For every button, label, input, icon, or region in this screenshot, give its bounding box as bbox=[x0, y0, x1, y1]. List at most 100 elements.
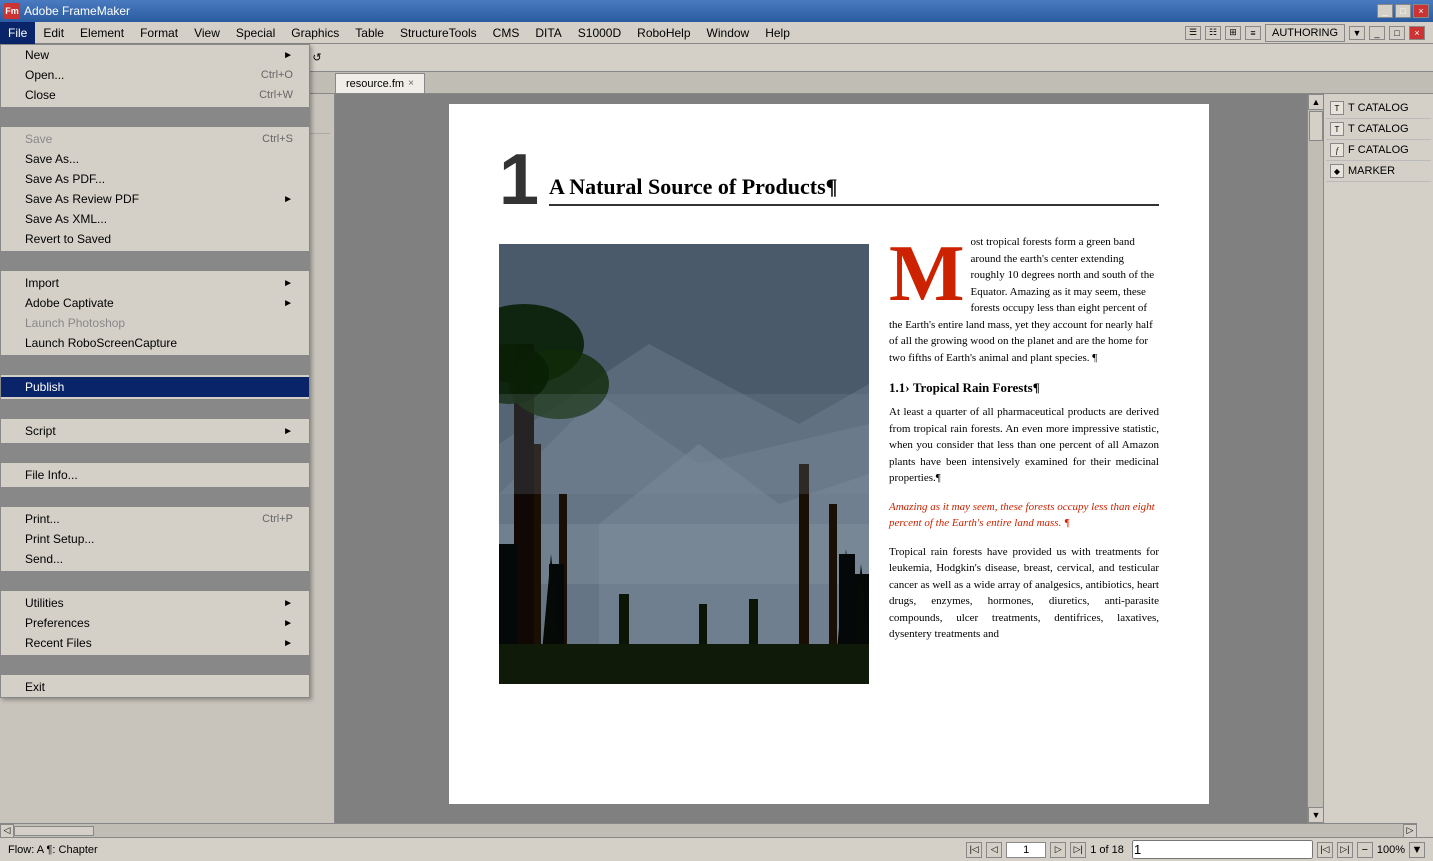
minimize-button-2[interactable]: _ bbox=[1369, 26, 1385, 40]
view-toggle-4[interactable]: ≡ bbox=[1245, 26, 1261, 40]
titlebar-controls[interactable]: _ □ × bbox=[1377, 4, 1429, 18]
menu-file[interactable]: File bbox=[0, 22, 35, 44]
menu-element[interactable]: Element bbox=[72, 22, 132, 44]
menu-arrow-saveasreviewpdf: ► bbox=[283, 194, 293, 205]
menu-cms[interactable]: CMS bbox=[485, 22, 528, 44]
menu-arrow-new: ► bbox=[283, 50, 293, 61]
menu-item-send[interactable]: Send... bbox=[1, 549, 309, 569]
horizontal-scrollbar[interactable]: ◁ ▷ bbox=[0, 823, 1417, 837]
menu-label-launchroboscreencapture: Launch RoboScreenCapture bbox=[25, 336, 177, 350]
minimize-button[interactable]: _ bbox=[1377, 4, 1393, 18]
menu-separator-8 bbox=[1, 655, 309, 675]
menu-s1000d[interactable]: S1000D bbox=[570, 22, 629, 44]
zoom-prev-button[interactable]: |◁ bbox=[1317, 842, 1333, 858]
scroll-track[interactable] bbox=[1308, 110, 1323, 807]
next-page-button[interactable]: ▷ bbox=[1050, 842, 1066, 858]
authoring-button[interactable]: AUTHORING bbox=[1265, 24, 1345, 42]
section-title-text: Tropical Rain Forests¶ bbox=[913, 380, 1040, 395]
menu-dita[interactable]: DITA bbox=[527, 22, 569, 44]
text-content: M ost tropical forests form a green band… bbox=[889, 234, 1159, 684]
menu-robohelp[interactable]: RoboHelp bbox=[629, 22, 698, 44]
zoom-dropdown-button[interactable]: ▼ bbox=[1409, 842, 1425, 858]
scroll-right-button[interactable]: ▷ bbox=[1403, 824, 1417, 838]
restore-button[interactable]: □ bbox=[1389, 26, 1405, 40]
menu-item-preferences[interactable]: Preferences ► bbox=[1, 613, 309, 633]
file-menu-dropdown: New ► Open... Ctrl+O Close Ctrl+W Save C… bbox=[0, 44, 310, 698]
menu-item-open[interactable]: Open... Ctrl+O bbox=[1, 65, 309, 85]
menu-special[interactable]: Special bbox=[228, 22, 283, 44]
scroll-thumb[interactable] bbox=[1309, 111, 1323, 141]
scroll-down-button[interactable]: ▼ bbox=[1308, 807, 1323, 823]
menu-item-reverttosaved[interactable]: Revert to Saved bbox=[1, 229, 309, 249]
prev-page-button[interactable]: ◁ bbox=[986, 842, 1002, 858]
authoring-dropdown-icon[interactable]: ▼ bbox=[1349, 26, 1365, 40]
menu-structuretools[interactable]: StructureTools bbox=[392, 22, 485, 44]
menu-window[interactable]: Window bbox=[699, 22, 758, 44]
menu-arrow-import: ► bbox=[283, 278, 293, 289]
vertical-scrollbar[interactable]: ▲ ▼ bbox=[1307, 94, 1323, 823]
catalog-label-1: T CATALOG bbox=[1348, 102, 1409, 114]
page-number-input[interactable] bbox=[1006, 842, 1046, 858]
tab-close-button[interactable]: × bbox=[408, 78, 414, 89]
scroll-left-button[interactable]: ◁ bbox=[0, 824, 14, 838]
menu-arrow-recentfiles: ► bbox=[283, 638, 293, 649]
close-button[interactable]: × bbox=[1413, 4, 1429, 18]
h-scroll-thumb[interactable] bbox=[14, 826, 94, 836]
menu-item-adobecaptivate[interactable]: Adobe Captivate ► bbox=[1, 293, 309, 313]
last-page-button[interactable]: ▷| bbox=[1070, 842, 1086, 858]
menu-item-publish[interactable]: Publish bbox=[1, 377, 309, 397]
menu-item-saveaspdf[interactable]: Save As PDF... bbox=[1, 169, 309, 189]
menubar: File Edit Element Format View Special Gr… bbox=[0, 22, 1433, 44]
menu-format[interactable]: Format bbox=[132, 22, 186, 44]
first-page-button[interactable]: |◁ bbox=[966, 842, 982, 858]
zoom-page-input[interactable] bbox=[1132, 840, 1313, 859]
menu-table[interactable]: Table bbox=[347, 22, 392, 44]
maximize-button[interactable]: □ bbox=[1395, 4, 1411, 18]
titlebar-left: Fm Adobe FrameMaker bbox=[4, 3, 130, 19]
menu-item-saveas[interactable]: Save As... bbox=[1, 149, 309, 169]
catalog-icon-1: T bbox=[1330, 101, 1344, 115]
view-toggle-2[interactable]: ☷ bbox=[1205, 26, 1221, 40]
menu-item-fileinfo[interactable]: File Info... bbox=[1, 465, 309, 485]
view-toggle-3[interactable]: ⊞ bbox=[1225, 26, 1241, 40]
menu-separator-2 bbox=[1, 251, 309, 271]
menu-view[interactable]: View bbox=[186, 22, 228, 44]
menu-item-saveasxml[interactable]: Save As XML... bbox=[1, 209, 309, 229]
app-logo: Fm bbox=[4, 3, 20, 19]
catalog-item-1[interactable]: T T CATALOG bbox=[1326, 98, 1431, 119]
menu-help[interactable]: Help bbox=[757, 22, 798, 44]
menu-item-launchroboscreencapture[interactable]: Launch RoboScreenCapture bbox=[1, 333, 309, 353]
catalog-item-3[interactable]: f F CATALOG bbox=[1326, 140, 1431, 161]
document-area[interactable]: 1 A Natural Source of Products¶ bbox=[335, 94, 1323, 823]
document-page: 1 A Natural Source of Products¶ bbox=[449, 104, 1209, 804]
menu-item-import[interactable]: Import ► bbox=[1, 273, 309, 293]
document-tab[interactable]: resource.fm × bbox=[335, 73, 425, 93]
menu-edit[interactable]: Edit bbox=[35, 22, 72, 44]
menu-separator-3 bbox=[1, 355, 309, 375]
menu-item-printsetup[interactable]: Print Setup... bbox=[1, 529, 309, 549]
menu-item-new[interactable]: New ► bbox=[1, 45, 309, 65]
menu-item-saveasreviewpdf[interactable]: Save As Review PDF ► bbox=[1, 189, 309, 209]
menu-item-recentfiles[interactable]: Recent Files ► bbox=[1, 633, 309, 653]
close-button-2[interactable]: × bbox=[1409, 26, 1425, 40]
menu-shortcut-close: Ctrl+W bbox=[259, 89, 293, 101]
zoom-out-button[interactable]: − bbox=[1357, 842, 1373, 858]
document-scroll[interactable]: 1 A Natural Source of Products¶ bbox=[335, 94, 1323, 823]
zoom-next-button[interactable]: ▷| bbox=[1337, 842, 1353, 858]
drop-cap-letter: M bbox=[889, 242, 965, 306]
menu-item-print[interactable]: Print... Ctrl+P bbox=[1, 509, 309, 529]
menu-item-script[interactable]: Script ► bbox=[1, 421, 309, 441]
view-toggle-1[interactable]: ☰ bbox=[1185, 26, 1201, 40]
catalog-item-2[interactable]: T T CATALOG bbox=[1326, 119, 1431, 140]
h-scroll-track[interactable] bbox=[14, 826, 1403, 836]
menu-label-preferences: Preferences bbox=[25, 616, 90, 630]
menu-item-exit[interactable]: Exit bbox=[1, 677, 309, 697]
catalog-item-4[interactable]: ◆ MARKER bbox=[1326, 161, 1431, 182]
menu-shortcut-print: Ctrl+P bbox=[262, 513, 293, 525]
scroll-up-button[interactable]: ▲ bbox=[1308, 94, 1323, 110]
menu-label-adobecaptivate: Adobe Captivate bbox=[25, 296, 114, 310]
menu-item-close[interactable]: Close Ctrl+W bbox=[1, 85, 309, 105]
authoring-area: ☰ ☷ ⊞ ≡ AUTHORING ▼ _ □ × bbox=[1185, 24, 1433, 42]
menu-graphics[interactable]: Graphics bbox=[283, 22, 347, 44]
menu-item-utilities[interactable]: Utilities ► bbox=[1, 593, 309, 613]
